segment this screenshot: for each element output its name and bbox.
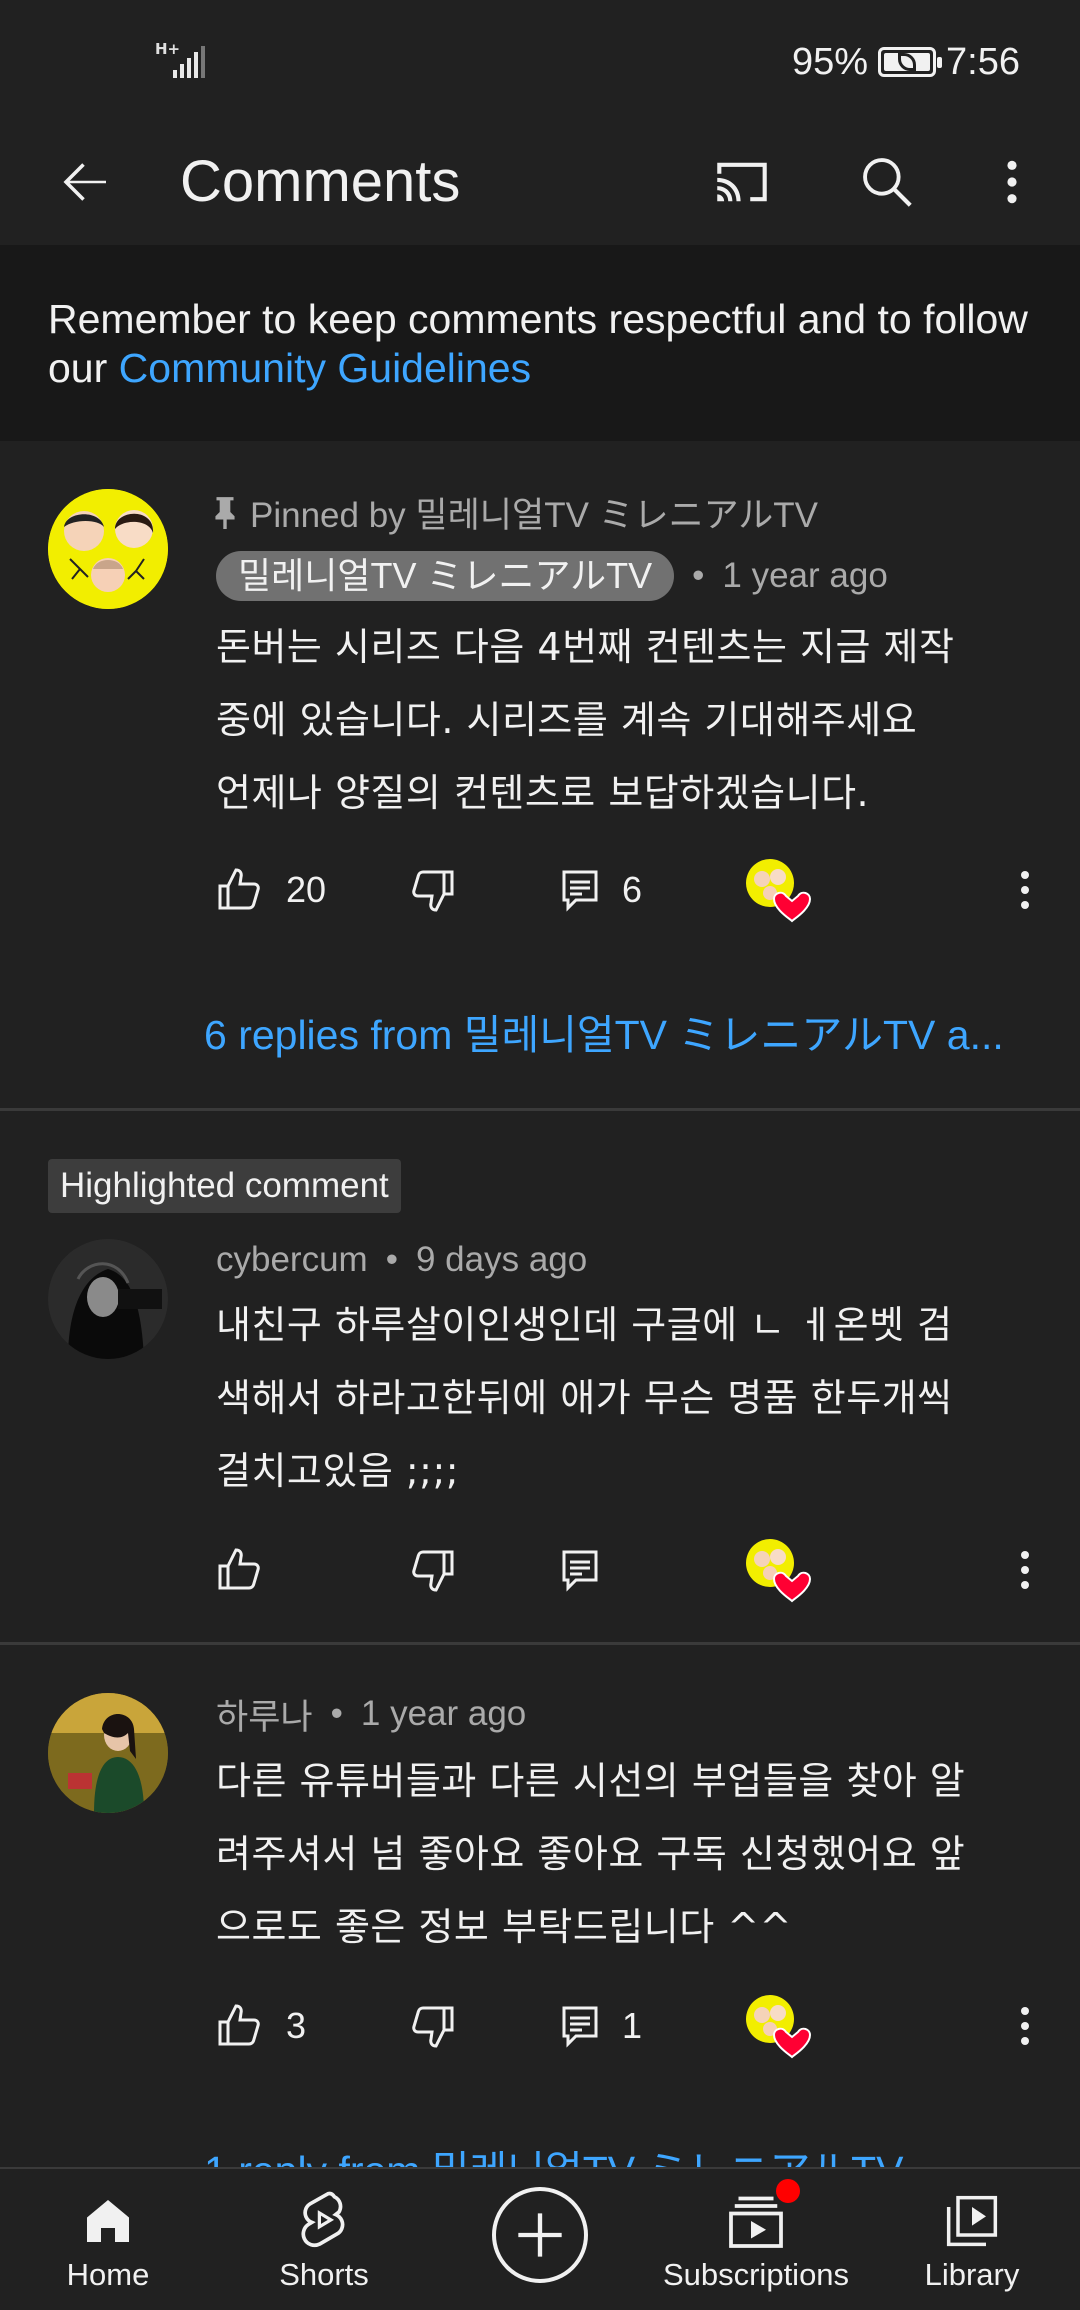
creator-heart-badge: [744, 1535, 814, 1605]
thumb-down-icon: [412, 1550, 454, 1592]
pinned-label: Pinned by 밀레니얼TV ミレニアルTV: [212, 487, 818, 537]
bottom-navigation: Home Shorts Subscriptions Library: [0, 2167, 1080, 2310]
comment-more-button[interactable]: [1010, 1999, 1040, 2053]
search-button[interactable]: [845, 140, 929, 224]
reply-button[interactable]: 6: [560, 855, 642, 925]
subscriptions-icon: [726, 2179, 800, 2251]
reply-count: 6: [622, 869, 643, 910]
notification-dot: [776, 2179, 800, 2203]
back-arrow-icon: [63, 163, 106, 201]
comment-time: 1 year ago: [360, 1694, 527, 1733]
battery-icon: [878, 47, 943, 77]
comment-text: 다른 유튜버들과 다른 시선의 부업들을 찾아 알 려주셔서 넘 좋아요 좋아요…: [216, 1759, 966, 1949]
highlighted-comment-badge: Highlighted comment: [48, 1159, 401, 1213]
shorts-icon: [294, 2191, 354, 2251]
heart-icon: [772, 1571, 812, 1603]
comment-actions: [0, 1535, 1080, 1605]
reply-icon: [562, 1550, 598, 1592]
thumb-down-icon: [412, 870, 454, 912]
cast-button[interactable]: [700, 140, 784, 224]
heart-icon: [772, 891, 812, 923]
divider: [0, 1642, 1080, 1645]
view-replies-link[interactable]: 6 replies from 밀레니얼TV ミレニアルTV a...: [204, 1001, 1044, 1061]
community-guidelines-link[interactable]: Community Guidelines: [119, 345, 531, 391]
like-button[interactable]: [216, 1535, 286, 1605]
heart-icon: [772, 2027, 812, 2059]
thumb-up-icon: [218, 868, 260, 910]
thumb-up-icon: [218, 2004, 260, 2046]
like-count: 3: [286, 2005, 307, 2046]
thumb-up-icon: [218, 1548, 260, 1590]
clock: 7:56: [946, 40, 1020, 83]
thumb-down-icon: [412, 2006, 454, 2048]
creator-heart-badge: [744, 1991, 814, 2061]
reply-button[interactable]: 1: [560, 1991, 642, 2061]
cast-icon: [717, 162, 767, 202]
status-bar: H+ 95% 7:56: [0, 0, 1080, 120]
reply-icon: [562, 2006, 598, 2048]
nav-home[interactable]: Home: [0, 2169, 216, 2310]
comment-text: 돈버는 시리즈 다음 4번째 컨텐츠는 지금 제작 중에 있습니다. 시리즈를 …: [216, 625, 955, 815]
comment-author[interactable]: cybercum: [216, 1240, 368, 1280]
like-button[interactable]: 20: [216, 855, 326, 925]
like-count: 20: [286, 869, 327, 910]
avatar[interactable]: [48, 1693, 168, 1813]
signal-strength-icon: H+: [155, 42, 215, 78]
comment-time: 1 year ago: [722, 556, 888, 595]
nav-shorts[interactable]: Shorts: [216, 2169, 432, 2310]
pin-icon: [215, 497, 235, 529]
library-icon: [942, 2191, 1002, 2251]
dislike-button[interactable]: [408, 1991, 456, 2061]
comment-author[interactable]: 하루나: [216, 1689, 313, 1740]
home-icon: [78, 2191, 138, 2251]
dislike-button[interactable]: [408, 855, 456, 925]
nav-library[interactable]: Library: [864, 2169, 1080, 2310]
more-options-button[interactable]: [970, 140, 1054, 224]
comment-actions: 20 6: [0, 855, 1080, 925]
avatar[interactable]: [48, 1239, 168, 1359]
comment-time: 9 days ago: [415, 1240, 588, 1279]
top-app-bar: Comments: [0, 120, 1080, 245]
nav-subscriptions[interactable]: Subscriptions: [648, 2169, 864, 2310]
reply-icon: [562, 870, 598, 912]
create-plus-icon: [518, 2213, 562, 2257]
divider: [0, 1108, 1080, 1111]
reply-count: 1: [622, 2005, 643, 2046]
comment-text: 내친구 하루살이인생인데 구글에 ㄴ ㅔ온벳 검 색해서 하라고한뒤에 애가 무…: [216, 1303, 953, 1493]
dislike-button[interactable]: [408, 1535, 456, 1605]
more-vert-icon: [1007, 160, 1017, 204]
search-icon: [863, 158, 912, 207]
comment-more-button[interactable]: [1010, 863, 1040, 917]
comment-actions: 3 1: [0, 1991, 1080, 2061]
battery-percent: 95%: [791, 40, 869, 83]
create-button[interactable]: [492, 2187, 588, 2283]
comment-author[interactable]: 밀레니얼TV ミレニアルTV: [216, 551, 675, 601]
creator-heart-badge: [744, 855, 814, 925]
comment-more-button[interactable]: [1010, 1543, 1040, 1597]
like-button[interactable]: 3: [216, 1991, 306, 2061]
community-guidelines-banner: Remember to keep comments respectful and…: [0, 245, 1080, 441]
page-title: Comments: [180, 149, 461, 214]
back-button[interactable]: [44, 140, 128, 224]
avatar[interactable]: [48, 489, 168, 609]
reply-button[interactable]: [560, 1535, 622, 1605]
